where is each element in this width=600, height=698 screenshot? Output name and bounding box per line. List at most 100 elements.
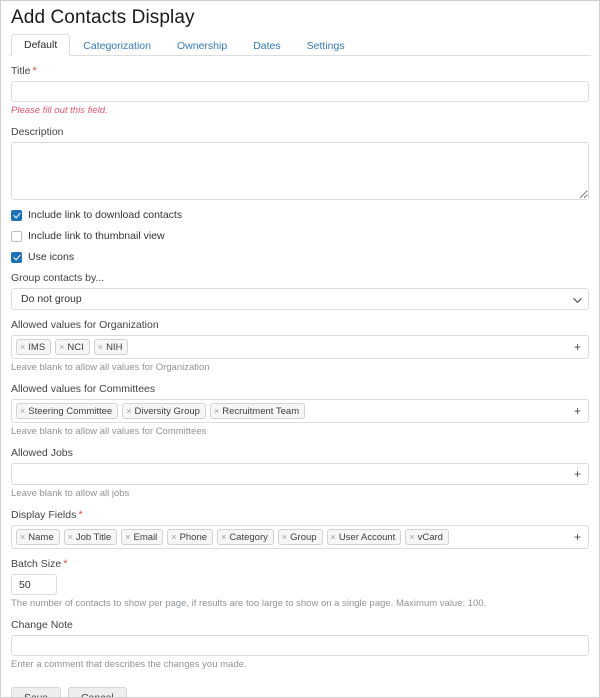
tag-chip[interactable]: × NCI [55,339,90,355]
tab-categorization[interactable]: Categorization [70,35,164,56]
plus-icon[interactable]: + [574,531,581,543]
chip-remove-icon[interactable]: × [171,532,176,542]
chip-remove-icon[interactable]: × [20,342,25,352]
checkbox-row-include-download[interactable]: Include link to download contacts [9,209,591,221]
chip-label: User Account [338,531,396,543]
batch-size-label: Batch Size * [11,558,589,571]
checkbox-row-include-thumbnail[interactable]: Include link to thumbnail view [9,230,591,242]
chip-remove-icon[interactable]: × [126,406,131,416]
tag-chip[interactable]: × Phone [167,529,214,545]
allowed-jobs-helper: Leave blank to allow all jobs [11,488,130,499]
chip-remove-icon[interactable]: × [20,532,25,542]
plus-icon[interactable]: + [574,468,581,480]
use-icons-checkbox[interactable] [11,251,22,263]
plus-icon[interactable]: + [574,341,581,353]
allowed-committees-helper: Leave blank to allow all values for Comm… [11,426,207,437]
chip-label: Email [133,531,158,543]
chip-remove-icon[interactable]: × [282,532,287,542]
use-icons-label: Use icons [28,251,75,263]
chip-remove-icon[interactable]: × [20,406,25,416]
group-by-select[interactable]: Do not group [11,288,589,310]
tag-chip[interactable]: × Name [16,529,60,545]
tag-chip[interactable]: × Diversity Group [122,403,206,419]
display-fields-tag-input[interactable]: × Name × Job Title × Email × Phone × Cat… [11,525,589,549]
include-download-label: Include link to download contacts [28,209,183,221]
chip-label: NCI [67,341,84,353]
tag-chip[interactable]: × Steering Committee [16,403,119,419]
description-label: Description [11,126,64,138]
change-note-helper: Enter a comment that describes the chang… [11,659,247,670]
group-by-label: Group contacts by... [11,272,105,284]
tab-ownership[interactable]: Ownership [164,35,240,56]
title-label-text: Title [11,65,31,77]
tag-chip[interactable]: × User Account [326,529,402,545]
chip-remove-icon[interactable]: × [59,342,64,352]
chip-label: Name [28,531,54,543]
allowed-organization-label: Allowed values for Organization [11,319,159,331]
chip-remove-icon[interactable]: × [68,532,73,542]
field-change-note: Change Note Enter a comment that describ… [9,619,591,671]
include-thumbnail-checkbox[interactable] [11,230,22,242]
field-group-by: Group contacts by... Do not group [9,272,591,310]
chip-label: Phone [179,531,208,543]
chip-label: Diversity Group [134,405,200,417]
allowed-organization-helper: Leave blank to allow all values for Orga… [11,362,210,373]
plus-icon[interactable]: + [574,405,581,417]
save-button[interactable]: Save [11,687,61,697]
tag-chip[interactable]: × IMS [16,339,52,355]
field-allowed-jobs: Allowed Jobs + Leave blank to allow all … [9,447,591,500]
include-download-checkbox[interactable] [11,209,22,221]
include-thumbnail-label: Include link to thumbnail view [28,230,165,242]
chip-remove-icon[interactable]: × [98,342,103,352]
display-fields-label-text: Display Fields [11,509,77,521]
tag-chip[interactable]: × Email [121,529,164,545]
chip-label: Category [229,531,268,543]
chip-label: Recruitment Team [222,405,300,417]
chip-label: Job Title [75,531,112,543]
allowed-jobs-label: Allowed Jobs [11,447,73,459]
tag-chip[interactable]: × Category [217,529,274,545]
display-fields-required-marker: * [78,509,83,521]
contacts-display-form-page: Add Contacts Display Default Categorizat… [0,0,600,698]
change-note-label: Change Note [11,619,73,631]
chip-remove-icon[interactable]: × [409,532,414,542]
title-input[interactable] [11,81,589,102]
chip-label: Group [290,531,317,543]
allowed-committees-tag-input[interactable]: × Steering Committee × Diversity Group ×… [11,399,589,423]
chip-remove-icon[interactable]: × [331,532,336,542]
batch-size-required-marker: * [63,558,68,570]
cancel-button[interactable]: Cancel [67,687,127,697]
tab-default[interactable]: Default [11,34,71,56]
page-title: Add Contacts Display [11,7,195,28]
field-description: Description [9,126,591,200]
tab-settings[interactable]: Settings [294,35,358,56]
title-required-marker: * [32,65,37,77]
tag-chip[interactable]: × NIH [93,339,129,355]
batch-size-helper: The number of contacts to show per page,… [11,598,487,609]
batch-size-label-text: Batch Size [11,558,62,570]
title-error-message: Please fill out this field. [11,105,108,116]
form-actions: Save Cancel [9,687,591,697]
description-textarea[interactable] [11,142,589,200]
chip-remove-icon[interactable]: × [221,532,226,542]
field-display-fields: Display Fields * × Name × Job Title × Ema… [9,509,591,549]
allowed-jobs-tag-input[interactable]: + [11,463,589,485]
tag-chip[interactable]: × Recruitment Team [209,403,306,419]
tag-chip[interactable]: × Job Title [63,529,118,545]
chip-remove-icon[interactable]: × [125,532,130,542]
tab-dates[interactable]: Dates [240,35,293,56]
batch-size-input[interactable] [11,574,57,595]
allowed-committees-label: Allowed values for Committees [11,383,156,395]
chip-remove-icon[interactable]: × [214,406,219,416]
field-batch-size: Batch Size* The number of contacts to sh… [9,558,591,610]
chip-label: vCard [417,531,443,543]
field-allowed-organization: Allowed values for Organization × IMS × … [9,319,591,374]
checkbox-row-use-icons[interactable]: Use icons [9,251,591,263]
allowed-organization-tag-input[interactable]: × IMS × NCI × NIH + [11,335,589,359]
chip-label: NIH [106,341,123,353]
tag-chip[interactable]: × Group [277,529,323,545]
change-note-input[interactable] [11,635,589,656]
tag-chip[interactable]: × vCard [405,529,449,545]
group-by-select-wrapper: Do not group [11,288,589,310]
field-title: Title * Please fill out this field. [9,65,591,117]
